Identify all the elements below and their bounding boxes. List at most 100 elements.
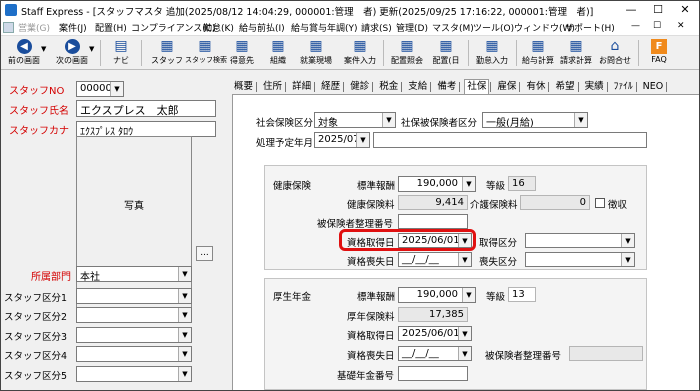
menu-tool[interactable]: ツール(O) bbox=[473, 21, 514, 34]
tab-kenshin[interactable]: 健診 bbox=[348, 80, 371, 95]
exempt-checkbox[interactable] bbox=[595, 198, 605, 208]
menu-haichi[interactable]: 配置(H) bbox=[95, 21, 127, 34]
chevron-down-icon[interactable]: ▼ bbox=[621, 253, 634, 266]
chevron-down-icon[interactable]: ▼ bbox=[110, 82, 123, 96]
organization-button[interactable]: ▦ 組織 bbox=[263, 36, 293, 70]
health-loss-combo[interactable]: __/__/__ ▼ bbox=[398, 252, 472, 267]
photo-browse-button[interactable]: ... bbox=[196, 246, 213, 261]
tab-jusho[interactable]: 住所 bbox=[261, 80, 284, 95]
loss-class-combo[interactable]: ▼ bbox=[525, 252, 635, 267]
chevron-down-icon[interactable]: ▼ bbox=[178, 267, 191, 281]
menu-support[interactable]: サポート(H) bbox=[565, 21, 615, 34]
insured-class-combo[interactable]: 一般(月給) ▼ bbox=[482, 112, 588, 128]
menu-eigyo[interactable]: 営業(G) bbox=[18, 21, 50, 34]
navi-button[interactable]: ▤ ナビ bbox=[106, 36, 136, 70]
doc-restore-button[interactable]: ☐ bbox=[653, 21, 661, 31]
menu-kanri[interactable]: 管理(D) bbox=[396, 21, 428, 34]
chevron-down-icon[interactable]: ▼ bbox=[621, 234, 634, 247]
tab-neo[interactable]: NEO bbox=[641, 80, 666, 95]
billing-button[interactable]: ▦ 請求計算 bbox=[557, 36, 595, 70]
menu-payroll[interactable]: 給与賞与年調(Y) bbox=[291, 21, 358, 34]
staff-name-input[interactable]: エクスプレス 太郎 bbox=[76, 100, 216, 117]
forward-button[interactable]: ▶ 次の画面 bbox=[51, 36, 93, 70]
tab-gaiyo[interactable]: 概要 bbox=[232, 80, 255, 95]
tab-kibo[interactable]: 希望 bbox=[554, 80, 577, 95]
menu-kintai[interactable]: 勤怠(K) bbox=[203, 21, 234, 34]
health-std-combo[interactable]: 190,000 ▼ bbox=[398, 176, 476, 192]
care-premium-value: 0 bbox=[520, 195, 590, 210]
schedule-memo-input[interactable] bbox=[373, 132, 647, 148]
back-icon: ◀ bbox=[16, 39, 32, 54]
staff-search-icon: ▦ bbox=[198, 38, 212, 54]
social-insurance-combo[interactable]: 対象 ▼ bbox=[314, 112, 396, 128]
attendance-button[interactable]: ▦ 勤怠入力 bbox=[472, 36, 512, 70]
staff-kana-input[interactable]: ｴｸｽﾌﾟﾚｽ ﾀﾛｳ bbox=[76, 121, 216, 137]
basic-pension-label: 基礎年金番号 bbox=[337, 371, 395, 382]
health-loss-label: 資格喪失日 bbox=[347, 257, 395, 268]
tab-strip: 概要 住所 詳細 経歴 健診 税金 支給 備考 社保 雇保 有休 希望 実績 ﾌ… bbox=[232, 79, 668, 94]
tab-zeikin[interactable]: 税金 bbox=[377, 80, 400, 95]
forward-dropdown-icon[interactable]: ▼ bbox=[89, 45, 94, 53]
chevron-down-icon[interactable]: ▼ bbox=[462, 177, 475, 191]
acquire-class-combo[interactable]: ▼ bbox=[525, 233, 635, 248]
menu-prepay[interactable]: 給与前払(I) bbox=[239, 21, 285, 34]
inquiry-button[interactable]: ⌂ お問合せ bbox=[597, 36, 633, 70]
menu-anken[interactable]: 案件(J) bbox=[59, 21, 87, 34]
back-button[interactable]: ◀ 前の画面 bbox=[3, 36, 45, 70]
back-dropdown-icon[interactable]: ▼ bbox=[41, 45, 46, 53]
maximize-button[interactable]: ☐ bbox=[646, 1, 670, 19]
doc-close-button[interactable]: ✕ bbox=[677, 21, 685, 31]
tab-biko[interactable]: 備考 bbox=[435, 80, 458, 95]
staff-class5-combo[interactable]: ▼ bbox=[76, 366, 192, 382]
workplace-button[interactable]: ▦ 就業現場 bbox=[296, 36, 336, 70]
chevron-down-icon[interactable]: ▼ bbox=[458, 347, 471, 360]
chevron-down-icon[interactable]: ▼ bbox=[178, 328, 191, 342]
tab-jisseki[interactable]: 実績 bbox=[583, 80, 606, 95]
job-entry-button[interactable]: ▦ 案件入力 bbox=[341, 36, 379, 70]
schedule-combo[interactable]: 2025/07 ▼ bbox=[314, 132, 370, 148]
pension-std-combo[interactable]: 190,000 ▼ bbox=[398, 287, 476, 303]
chevron-down-icon[interactable]: ▼ bbox=[458, 327, 471, 340]
customer-button[interactable]: ▦ 得意先 bbox=[227, 36, 257, 70]
tab-shikyu[interactable]: 支給 bbox=[406, 80, 429, 95]
chevron-down-icon[interactable]: ▼ bbox=[574, 113, 587, 127]
tab-keireki[interactable]: 経歴 bbox=[319, 80, 342, 95]
pension-acquire-combo[interactable]: 2025/06/01 ▼ bbox=[398, 326, 472, 341]
chevron-down-icon[interactable]: ▼ bbox=[178, 289, 191, 303]
staff-class3-label: スタッフ区分3 bbox=[4, 332, 68, 343]
staff-class3-combo[interactable]: ▼ bbox=[76, 327, 192, 343]
staff-button[interactable]: ▦ スタッフ bbox=[149, 36, 185, 70]
tab-koho[interactable]: 雇保 bbox=[495, 80, 518, 95]
pension-loss-combo[interactable]: __/__/__ ▼ bbox=[398, 346, 472, 361]
chevron-down-icon[interactable]: ▼ bbox=[382, 113, 395, 127]
placement-inquiry-button[interactable]: ▦ 配置照会 bbox=[387, 36, 427, 70]
staff-class4-combo[interactable]: ▼ bbox=[76, 346, 192, 362]
minimize-button[interactable]: — bbox=[619, 1, 643, 19]
chevron-down-icon[interactable]: ▼ bbox=[458, 253, 471, 266]
staff-search-button[interactable]: ▦ スタッフ検索 bbox=[185, 36, 227, 70]
doc-minimize-button[interactable]: — bbox=[631, 21, 640, 31]
tab-shosai[interactable]: 詳細 bbox=[290, 80, 313, 95]
tab-shaho[interactable]: 社保 bbox=[464, 79, 490, 94]
close-button[interactable]: ✕ bbox=[673, 1, 697, 19]
chevron-down-icon[interactable]: ▼ bbox=[178, 308, 191, 322]
menu-master[interactable]: マスタ(M) bbox=[432, 21, 474, 34]
health-insurance-group: 健康保険 標準報酬 190,000 ▼ 等級 16 健康保険料 9,414 介護… bbox=[264, 165, 647, 270]
menu-seikyu[interactable]: 請求(S) bbox=[361, 21, 392, 34]
tab-file[interactable]: ﾌｧｲﾙ bbox=[612, 80, 635, 95]
staff-class2-combo[interactable]: ▼ bbox=[76, 307, 192, 323]
health-number-input[interactable] bbox=[398, 214, 468, 229]
payroll-button[interactable]: ▦ 給与計算 bbox=[519, 36, 557, 70]
staff-class4-label: スタッフ区分4 bbox=[4, 351, 68, 362]
department-combo[interactable]: 本社 ▼ bbox=[76, 266, 192, 282]
tab-yukyu[interactable]: 有休 bbox=[524, 80, 547, 95]
staff-class1-combo[interactable]: ▼ bbox=[76, 288, 192, 304]
chevron-down-icon[interactable]: ▼ bbox=[462, 288, 475, 302]
staff-no-combo[interactable]: 000005 ▼ bbox=[76, 81, 124, 97]
basic-pension-input[interactable] bbox=[398, 366, 468, 381]
chevron-down-icon[interactable]: ▼ bbox=[356, 133, 369, 147]
faq-button[interactable]: F FAQ bbox=[642, 36, 676, 70]
chevron-down-icon[interactable]: ▼ bbox=[178, 367, 191, 381]
placement-daily-button[interactable]: ▦ 配置(日 bbox=[429, 36, 463, 70]
chevron-down-icon[interactable]: ▼ bbox=[178, 347, 191, 361]
